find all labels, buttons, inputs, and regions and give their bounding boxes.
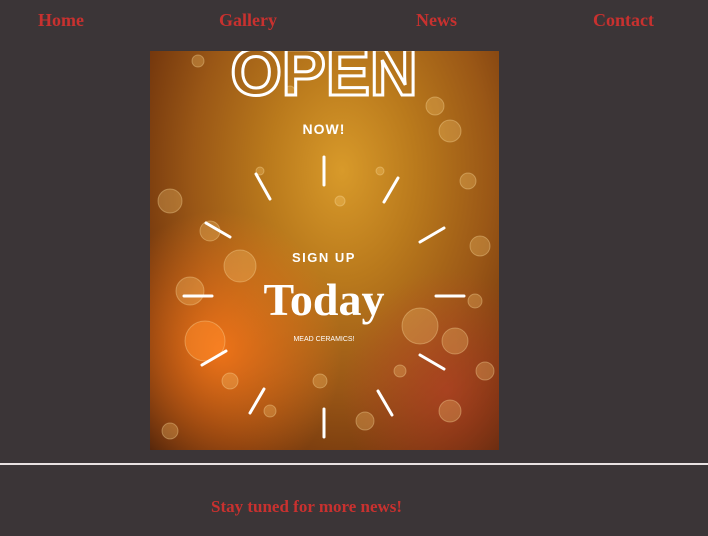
nav-link-gallery[interactable]: Gallery	[219, 10, 277, 31]
page: Home Gallery News Contact OPEN NOW! SIGN…	[0, 0, 708, 536]
top-navigation: Home Gallery News Contact	[0, 0, 708, 40]
poster-today: Today	[263, 274, 384, 325]
nav-link-contact[interactable]: Contact	[593, 10, 654, 31]
grand-opening-poster: OPEN NOW! SIGN UP Today MEAD CERAMICS!	[150, 51, 499, 450]
nav-link-home[interactable]: Home	[38, 10, 84, 31]
poster-subheadline: NOW!	[303, 121, 346, 137]
poster-brand: MEAD CERAMICS!	[293, 336, 354, 343]
poster-artwork: OPEN NOW! SIGN UP Today MEAD CERAMICS!	[150, 51, 499, 450]
footer-message: Stay tuned for more news!	[211, 497, 403, 516]
poster-sign-up: SIGN UP	[292, 250, 356, 265]
nav-link-news[interactable]: News	[416, 10, 457, 31]
poster-headline: OPEN	[230, 51, 417, 109]
footer-divider	[0, 463, 708, 465]
